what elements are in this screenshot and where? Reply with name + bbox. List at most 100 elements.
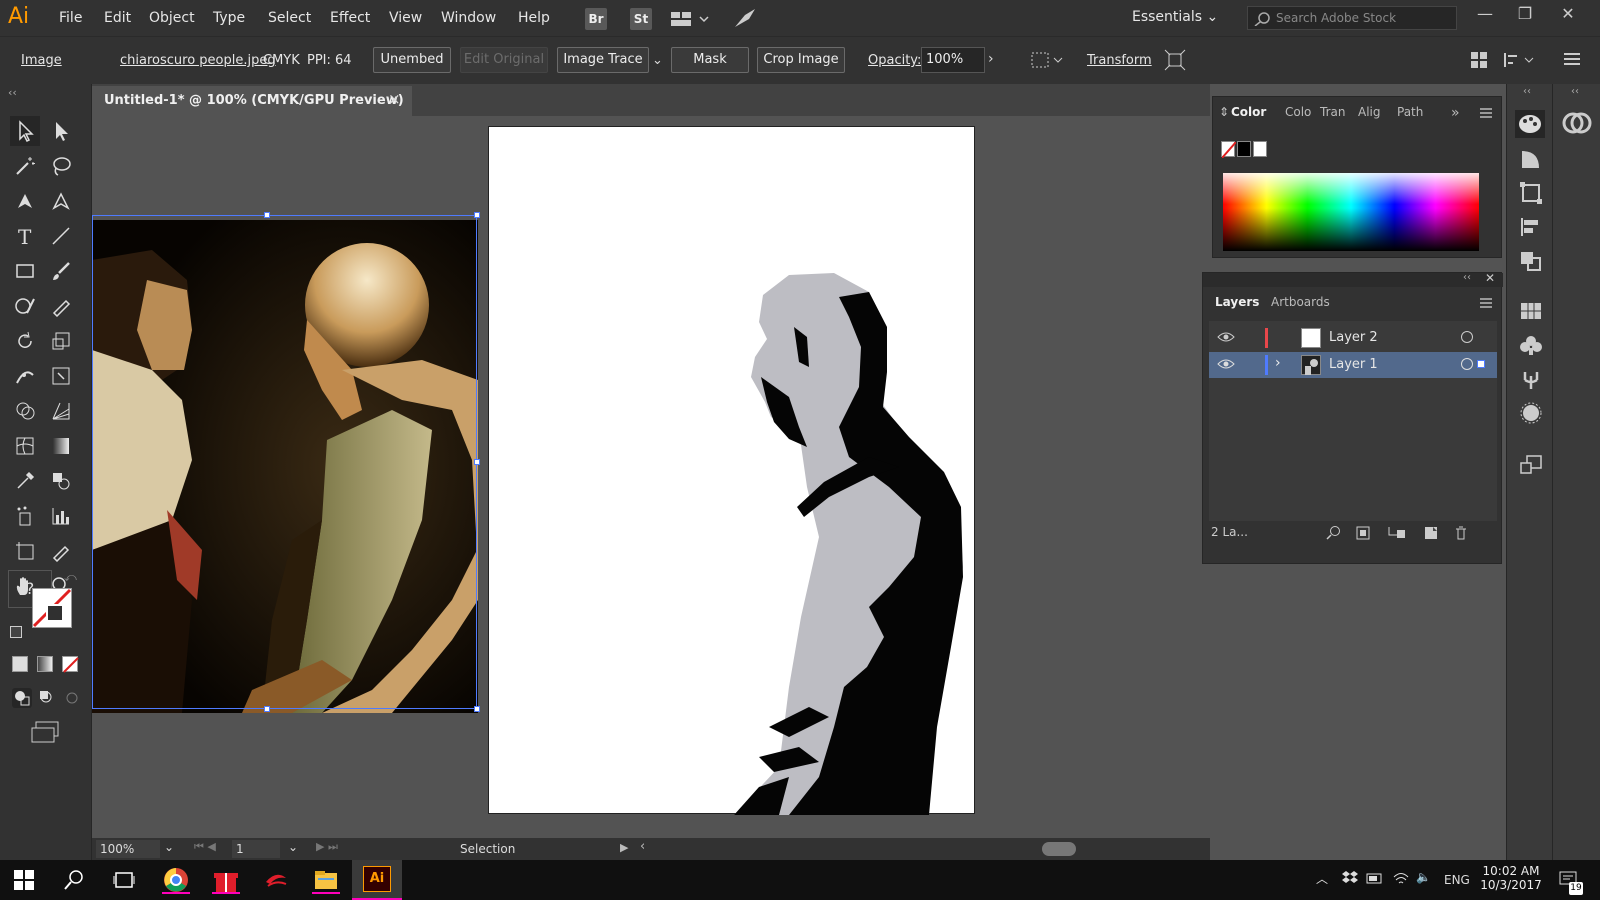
artboard-number-field[interactable]: 1 [232,840,280,858]
color-spectrum[interactable] [1223,173,1479,251]
rectangle-tool-icon[interactable] [10,256,40,286]
search-icon[interactable] [62,866,90,894]
zoom-level-field[interactable]: 100% [96,840,160,858]
shaper-tool-icon[interactable] [10,291,40,321]
opacity-input[interactable]: 100% [921,47,985,73]
width-tool-icon[interactable] [10,361,40,391]
menu-object[interactable]: Object [149,10,195,26]
line-segment-tool-icon[interactable] [46,221,76,251]
stroke-swatch[interactable] [46,604,64,622]
game-app-icon[interactable] [262,866,290,894]
workspace-switcher[interactable]: Essentials ⌄ [1132,9,1218,25]
delete-layer-icon[interactable] [1453,525,1469,545]
mask-button[interactable]: Mask [671,47,749,73]
color-panel-icon[interactable] [1515,110,1545,138]
illustrator-taskbar-icon[interactable]: Ai [352,860,402,900]
layer-name[interactable]: Layer 1 [1329,357,1378,372]
battery-icon[interactable] [1366,869,1384,890]
perspective-grid-tool-icon[interactable] [46,396,76,426]
panel-menu-icon[interactable] [1563,52,1581,70]
draw-normal-icon[interactable] [12,688,32,708]
restore-button[interactable]: ❐ [1505,4,1545,30]
none-mode-button[interactable] [62,656,79,673]
visibility-eye-icon[interactable] [1217,357,1235,375]
stock-button[interactable]: St [630,8,652,30]
layers-panel-menu-icon[interactable] [1479,297,1493,313]
color-guide-icon[interactable] [1519,148,1543,174]
tab-artboards[interactable]: Artboards [1271,295,1330,309]
menu-help[interactable]: Help [518,10,550,26]
panel-collapse-icon[interactable]: ⇕ [1219,105,1229,119]
isolate-icon[interactable] [1164,49,1186,75]
status-menu-arrow-icon[interactable]: ▶ [620,841,628,854]
transform-link[interactable]: Transform [1087,53,1152,68]
object-type-link[interactable]: Image [21,53,62,68]
expand-layer-icon[interactable]: › [1275,355,1281,371]
close-panel-icon[interactable]: ✕ [1485,271,1495,285]
windows-start-icon[interactable] [12,866,40,894]
scroll-left-icon[interactable]: ‹ [640,839,645,854]
tab-align[interactable]: Alig [1358,105,1381,119]
tab-pathfinder[interactable]: Path [1397,105,1423,119]
blend-tool-icon[interactable] [46,466,76,496]
last-artboard-icon[interactable]: ▶ ⏭ [316,840,338,854]
align-icon[interactable] [1030,50,1064,74]
graphic-styles-icon[interactable] [1519,402,1543,428]
close-document-icon[interactable]: × [388,90,401,108]
menu-select[interactable]: Select [268,10,311,26]
collapse-dock-icon[interactable]: ‹‹ [1523,86,1531,97]
create-sublayer-icon[interactable] [1387,525,1407,545]
tab-color[interactable]: Color [1231,105,1266,119]
white-swatch[interactable] [1253,141,1267,157]
pathfinder-panel-icon[interactable] [1519,250,1543,276]
layer-row-1[interactable]: › Layer 1 [1209,352,1497,378]
collapse-libraries-icon[interactable]: ‹‹ [1571,86,1579,97]
selected-art-indicator[interactable] [1477,360,1485,368]
paintbrush-tool-icon[interactable] [46,256,76,286]
arrange-icon[interactable] [1470,51,1488,73]
language-indicator[interactable]: ENG [1444,873,1470,887]
brushes-panel-icon[interactable] [1519,368,1543,394]
selection-handle[interactable] [474,212,480,218]
volume-icon[interactable]: 🔈 [1416,870,1431,884]
artboard-tool-icon[interactable] [10,536,40,566]
bridge-button[interactable]: Br [585,8,607,30]
symbol-sprayer-tool-icon[interactable] [10,501,40,531]
crop-image-button[interactable]: Crop Image [757,47,845,73]
selection-bounding-box[interactable] [92,215,477,709]
task-view-icon[interactable] [112,866,140,894]
slice-tool-icon[interactable] [46,536,76,566]
menu-effect[interactable]: Effect [330,10,370,26]
create-new-layer-icon[interactable] [1423,525,1439,545]
collapse-toolbar-icon[interactable]: ‹‹ [8,86,17,99]
pencil-tool-icon[interactable] [46,291,76,321]
selection-tool-icon[interactable] [10,116,40,146]
rotate-tool-icon[interactable] [10,326,40,356]
wifi-icon[interactable] [1392,869,1410,890]
gpu-performance-icon[interactable] [733,7,757,33]
scale-tool-icon[interactable] [46,326,76,356]
target-circle-icon[interactable] [1461,358,1473,370]
gradient-tool-icon[interactable] [46,431,76,461]
collapse-panel-icon[interactable]: ‹‹ [1463,272,1471,283]
linked-file-name[interactable]: chiaroscuro people.jpeg [120,53,276,68]
zoom-dropdown-icon[interactable]: ⌄ [164,840,174,854]
image-trace-button[interactable]: Image Trace [557,47,649,73]
selection-handle[interactable] [474,706,480,712]
artboard-dropdown-icon[interactable]: ⌄ [288,840,298,854]
clock[interactable]: 10:02 AM 10/3/2017 [1476,864,1546,892]
unembed-button[interactable]: Unembed [373,47,451,73]
draw-behind-icon[interactable] [37,688,57,708]
shape-builder-tool-icon[interactable] [10,396,40,426]
menu-view[interactable]: View [389,10,422,26]
make-clipping-mask-icon[interactable] [1355,525,1371,545]
black-swatch[interactable] [1237,141,1251,157]
swap-colors-icon[interactable]: ⤺ [64,570,77,585]
pen-tool-icon[interactable] [10,186,40,216]
swatches-panel-icon[interactable] [1519,300,1543,326]
menu-edit[interactable]: Edit [104,10,131,26]
menu-file[interactable]: File [59,10,82,26]
default-colors-icon[interactable] [10,626,22,638]
curvature-tool-icon[interactable] [46,186,76,216]
file-explorer-icon[interactable] [312,866,340,894]
